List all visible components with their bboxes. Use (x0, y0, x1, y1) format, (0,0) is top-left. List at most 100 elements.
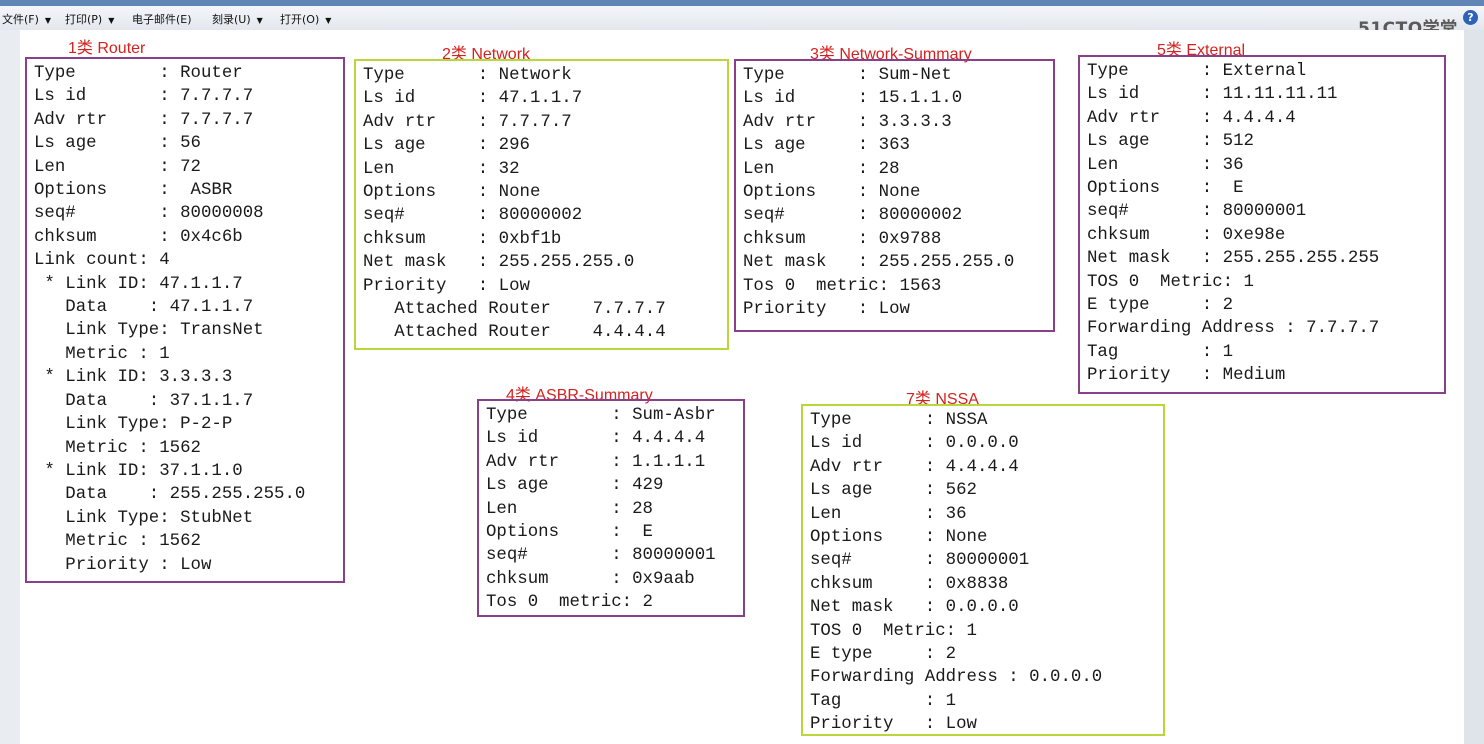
lsa-field-line: Type : Sum-Net (743, 66, 952, 85)
lsa-field-line: * Link ID: 37.1.1.0 (34, 461, 243, 481)
menu-burn[interactable]: 刻录(U) ▼ (212, 11, 263, 27)
lsa-field-line: seq# : 80000001 (486, 546, 716, 566)
lsa-field-line: * Link ID: 3.3.3.3 (34, 368, 233, 388)
lsa-field-line: Tos 0 metric: 1563 (743, 276, 942, 296)
lsa-network-box: Type : Network Ls id : 47.1.1.7 Adv rtr : … (354, 59, 729, 350)
lsa-field-line: Type : Sum-Asbr (486, 406, 716, 425)
menu-open-label: 打开(O) (280, 13, 320, 26)
lsa-field-line: Link count: 4 (34, 251, 170, 271)
lsa-field-line: Adv rtr : 4.4.4.4 (810, 457, 1019, 477)
lsa-field-line: Link Type: StubNet (34, 508, 254, 528)
menu-print[interactable]: 打印(P) ▼ (65, 11, 114, 27)
lsa-field-line: chksum : 0x9788 (743, 229, 942, 249)
lsa-field-line: Link Type: P-2-P (34, 415, 233, 435)
lsa-field-line: seq# : 80000002 (743, 206, 963, 226)
lsa-field-line: Net mask : 255.255.255.0 (363, 253, 635, 273)
lsa-field-line: seq# : 80000008 (34, 204, 264, 224)
lsa-field-line: Options : None (743, 183, 921, 203)
chevron-down-icon: ▼ (44, 16, 52, 25)
lsa-field-line: Ls age : 429 (486, 476, 664, 496)
lsa-router-box: Type : Router Ls id : 7.7.7.7 Adv rtr : 7.… (25, 57, 345, 583)
lsa-field-line: Net mask : 255.255.255.0 (743, 253, 1015, 273)
lsa-field-line: TOS 0 Metric: 1 (1087, 272, 1254, 292)
menu-email[interactable]: 电子邮件(E) (132, 11, 192, 27)
caption-router: 1类 Router (68, 40, 146, 57)
lsa-field-line: chksum : 0x9aab (486, 569, 695, 589)
lsa-field-line: seq# : 80000001 (810, 551, 1030, 571)
chevron-down-icon: ▼ (256, 16, 263, 25)
lsa-field-line: Ls id : 47.1.1.7 (363, 89, 583, 109)
lsa-field-line: Adv rtr : 3.3.3.3 (743, 112, 952, 132)
lsa-field-line: Ls id : 4.4.4.4 (486, 429, 706, 449)
lsa-field-line: Attached Router 4.4.4.4 (363, 323, 666, 343)
lsa-field-line: Link Type: TransNet (34, 321, 264, 341)
lsa-field-line: Forwarding Address : 7.7.7.7 (1087, 319, 1380, 339)
lsa-field-line: E type : 2 (810, 645, 957, 665)
menu-open[interactable]: 打开(O) ▼ (280, 11, 331, 27)
lsa-field-line: Len : 72 (34, 157, 201, 177)
lsa-field-line: Data : 47.1.1.7 (34, 298, 254, 318)
lsa-field-line: Priority : Low (363, 276, 530, 296)
lsa-field-line: Len : 32 (363, 159, 520, 179)
lsa-field-line: Ls id : 11.11.11.11 (1087, 85, 1338, 105)
lsa-field-line: Type : NSSA (810, 411, 988, 430)
lsa-field-line: Adv rtr : 4.4.4.4 (1087, 108, 1296, 128)
menu-file-label: 文件(F) (2, 13, 39, 26)
lsa-field-line: chksum : 0x8838 (810, 574, 1009, 594)
lsa-field-line: Ls id : 0.0.0.0 (810, 434, 1019, 454)
lsa-field-line: Priority : Low (34, 555, 212, 575)
lsa-field-line: TOS 0 Metric: 1 (810, 621, 977, 641)
lsa-field-line: Len : 36 (810, 504, 967, 524)
lsa-field-line: chksum : 0xbf1b (363, 229, 562, 249)
lsa-field-line: Metric : 1 (34, 344, 170, 364)
lsa-field-line: chksum : 0x4c6b (34, 227, 243, 247)
lsa-field-line: Tag : 1 (1087, 342, 1234, 362)
lsa-field-line: Options : E (1087, 179, 1244, 199)
lsa-field-line: Ls id : 15.1.1.0 (743, 89, 963, 109)
lsa-network-summary-box: Type : Sum-Net Ls id : 15.1.1.0 Adv rtr : … (734, 59, 1055, 332)
lsa-field-line: Data : 255.255.255.0 (34, 485, 306, 505)
lsa-field-line: Priority : Low (810, 715, 977, 735)
lsa-field-line: Ls age : 363 (743, 136, 910, 156)
lsa-field-line: seq# : 80000001 (1087, 202, 1307, 222)
menu-burn-label: 刻录(U) (212, 13, 251, 26)
lsa-field-line: Tos 0 metric: 2 (486, 593, 653, 613)
chevron-down-icon: ▼ (108, 16, 115, 25)
lsa-field-line: Adv rtr : 7.7.7.7 (363, 112, 572, 132)
lsa-field-line: Priority : Low (743, 300, 910, 320)
lsa-field-line: Priority : Medium (1087, 366, 1286, 386)
lsa-field-line: Ls age : 56 (34, 134, 201, 154)
lsa-field-line: Len : 28 (486, 499, 653, 519)
lsa-field-line: Attached Router 7.7.7.7 (363, 300, 666, 320)
lsa-field-line: Len : 28 (743, 159, 900, 179)
lsa-field-line: Adv rtr : 7.7.7.7 (34, 110, 254, 130)
menu-file[interactable]: 文件(F) ▼ (2, 11, 51, 27)
lsa-field-line: Type : External (1087, 62, 1307, 81)
lsa-field-line: Options : None (363, 183, 541, 203)
lsa-asbr-summary-box: Type : Sum-Asbr Ls id : 4.4.4.4 Adv rtr : … (477, 399, 745, 617)
lsa-field-line: Len : 36 (1087, 155, 1244, 175)
menu-email-label: 电子邮件(E) (132, 13, 192, 26)
lsa-field-line: Metric : 1562 (34, 532, 201, 552)
lsa-nssa-box: Type : NSSA Ls id : 0.0.0.0 Adv rtr : 4.4.… (801, 404, 1165, 736)
lsa-field-line: Options : E (486, 523, 653, 543)
lsa-field-line: Options : None (810, 528, 988, 548)
lsa-field-line: Adv rtr : 1.1.1.1 (486, 452, 706, 472)
help-icon[interactable]: ? (1463, 10, 1478, 25)
lsa-field-line: Ls age : 562 (810, 481, 977, 501)
lsa-field-line: * Link ID: 47.1.1.7 (34, 274, 243, 294)
lsa-field-line: chksum : 0xe98e (1087, 225, 1286, 245)
lsa-field-line: Type : Network (363, 66, 572, 85)
lsa-field-line: Options : ASBR (34, 181, 233, 201)
lsa-field-line: Ls age : 296 (363, 136, 530, 156)
side-panel (1464, 30, 1484, 744)
lsa-field-line: Net mask : 0.0.0.0 (810, 598, 1019, 618)
lsa-field-line: Forwarding Address : 0.0.0.0 (810, 668, 1103, 688)
lsa-field-line: Ls id : 7.7.7.7 (34, 87, 254, 107)
lsa-field-line: Tag : 1 (810, 691, 957, 711)
lsa-field-line: seq# : 80000002 (363, 206, 583, 226)
lsa-field-line: Ls age : 512 (1087, 132, 1254, 152)
lsa-field-line: Net mask : 255.255.255.255 (1087, 249, 1380, 269)
lsa-field-line: E type : 2 (1087, 296, 1234, 316)
lsa-field-line: Data : 37.1.1.7 (34, 391, 254, 411)
